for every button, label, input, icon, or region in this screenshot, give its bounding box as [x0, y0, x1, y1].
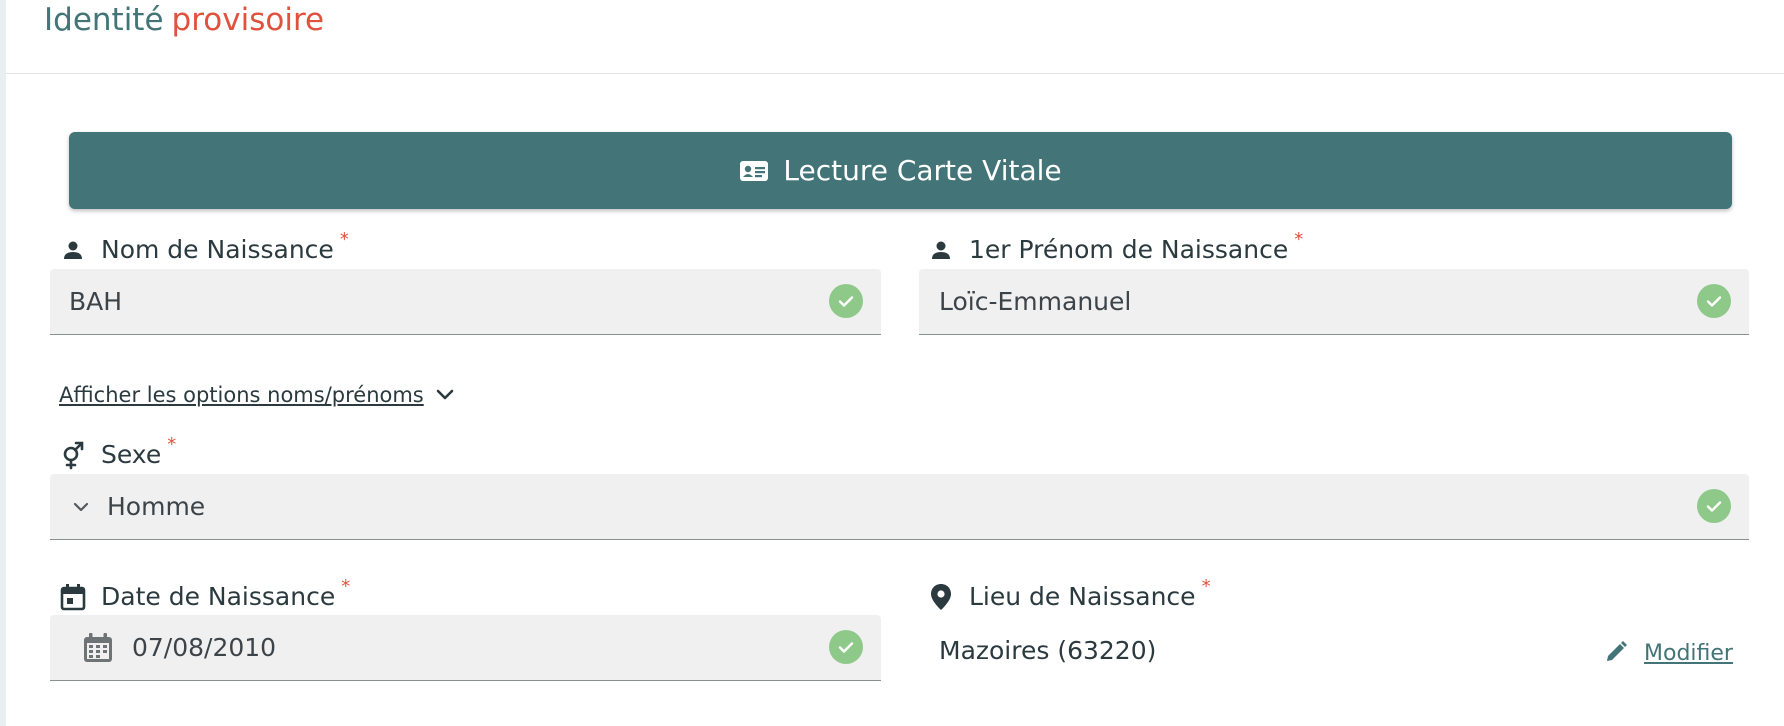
prenom-naissance-label-text: 1er Prénom de Naissance — [969, 235, 1289, 264]
page-title: Identité provisoire — [44, 2, 324, 38]
sexe-label: Sexe * — [59, 434, 176, 469]
sexe-select[interactable]: Homme — [50, 474, 1749, 540]
check-icon — [1697, 489, 1731, 523]
check-icon — [829, 630, 863, 664]
calendar-picker-icon[interactable] — [82, 632, 114, 664]
afficher-options-noms-label: Afficher les options noms/prénoms — [59, 383, 424, 407]
prenom-naissance-label: 1er Prénom de Naissance * — [927, 229, 1303, 264]
nom-naissance-value: BAH — [69, 287, 123, 316]
person-icon — [59, 236, 87, 264]
nom-naissance-input[interactable]: BAH — [50, 269, 881, 335]
pencil-icon — [1604, 640, 1630, 666]
prenom-naissance-input[interactable]: Loïc-Emmanuel — [919, 269, 1749, 335]
calendar-icon — [59, 583, 87, 611]
sexe-value: Homme — [107, 492, 206, 521]
required-marker: * — [1201, 576, 1211, 597]
date-naissance-label-text: Date de Naissance — [101, 582, 336, 611]
left-sidebar-strip — [0, 0, 6, 726]
lecture-carte-vitale-button[interactable]: Lecture Carte Vitale — [69, 132, 1732, 209]
page-header: Identité provisoire — [6, 0, 1784, 74]
date-naissance-label: Date de Naissance * — [59, 576, 350, 611]
id-card-icon — [739, 159, 769, 183]
required-marker: * — [167, 434, 177, 455]
person-icon — [927, 236, 955, 264]
lecture-carte-vitale-label: Lecture Carte Vitale — [783, 154, 1062, 187]
chevron-down-icon — [70, 496, 92, 518]
nom-naissance-label-text: Nom de Naissance — [101, 235, 334, 264]
required-marker: * — [1294, 229, 1304, 250]
modifier-lieu-link[interactable]: Modifier — [1604, 640, 1733, 666]
modifier-label: Modifier — [1644, 640, 1733, 666]
check-icon — [1697, 284, 1731, 318]
gender-icon — [59, 441, 87, 469]
location-pin-icon — [927, 583, 955, 611]
lieu-naissance-label: Lieu de Naissance * — [927, 576, 1211, 611]
prenom-naissance-value: Loïc-Emmanuel — [939, 287, 1132, 316]
date-naissance-input[interactable]: 07/08/2010 — [50, 615, 881, 681]
required-marker: * — [339, 229, 349, 250]
lieu-naissance-label-text: Lieu de Naissance — [969, 582, 1196, 611]
check-icon — [829, 284, 863, 318]
date-naissance-value: 07/08/2010 — [132, 633, 277, 662]
page-title-part2: provisoire — [171, 2, 325, 38]
page-title-part1: Identité — [44, 2, 164, 38]
required-marker: * — [341, 576, 351, 597]
nom-naissance-label: Nom de Naissance * — [59, 229, 349, 264]
sexe-label-text: Sexe — [101, 440, 162, 469]
afficher-options-noms-link[interactable]: Afficher les options noms/prénoms — [59, 383, 456, 407]
lieu-naissance-value: Mazoires (63220) — [939, 636, 1157, 665]
chevron-down-icon — [434, 384, 456, 406]
